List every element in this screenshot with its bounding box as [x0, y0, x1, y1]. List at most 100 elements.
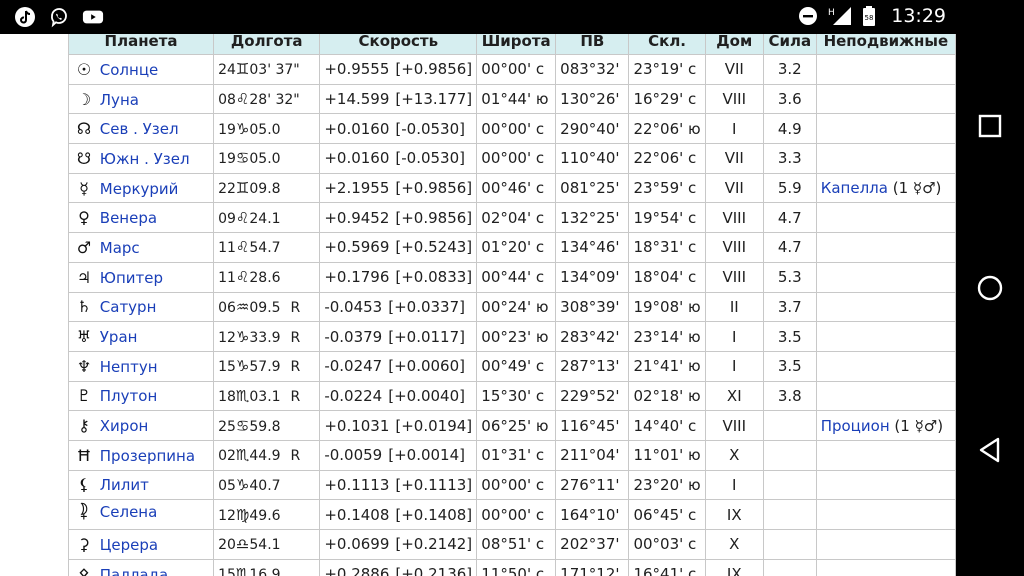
home-button[interactable]: [956, 248, 1024, 328]
right-ascension-cell: 110°40': [555, 143, 630, 174]
zodiac-sign-icon: ♏: [235, 565, 250, 576]
longitude-cell: 15♑57.9 R: [213, 350, 321, 382]
longitude-degrees: 25: [218, 418, 236, 435]
planet-link[interactable]: Венера: [100, 209, 157, 227]
house-cell: VIII: [704, 232, 764, 263]
fixed-star-cell: [815, 54, 956, 85]
speed-cell: -0.0247 [+0.0060]: [319, 350, 478, 382]
planet-link[interactable]: Нептун: [100, 358, 158, 376]
planet-glyph-icon: ♂: [76, 237, 92, 257]
planet-link[interactable]: Паллада: [100, 566, 168, 576]
fixed-star-cell: [815, 380, 956, 412]
signal-icon: H: [827, 5, 853, 27]
zodiac-sign-icon: ♋: [235, 149, 250, 168]
planet-cell: ♆ Нептун: [67, 350, 215, 382]
table-row: ♇ Плутон 18♏03.1 R -0.0224 [+0.0040] 15°30' с…: [67, 380, 956, 412]
longitude-degrees: 12: [218, 329, 236, 346]
svg-text:58: 58: [865, 14, 874, 22]
viber-icon: [48, 6, 70, 28]
right-ascension-cell: 276°11': [555, 469, 630, 501]
recents-button[interactable]: [956, 86, 1024, 166]
planet-link[interactable]: Сев . Узел: [100, 120, 179, 138]
house-cell: I: [704, 321, 764, 352]
planet-link[interactable]: Меркурий: [100, 180, 179, 198]
planet-link[interactable]: Церера: [100, 536, 158, 554]
speed-average: [+0.1113]: [395, 475, 473, 494]
speed-cell: +0.1031 [+0.0194]: [319, 410, 478, 441]
planet-link[interactable]: Уран: [100, 328, 138, 346]
planet-glyph-icon: ⚸: [78, 475, 90, 495]
speed-cell: +0.0160 [-0.0530]: [319, 143, 478, 174]
fixed-star-note: (1 ☿♂): [892, 179, 942, 198]
zodiac-sign-icon: ♊: [235, 179, 250, 198]
planet-link[interactable]: Южн . Узел: [100, 150, 190, 168]
planet-link[interactable]: Плутон: [100, 387, 157, 405]
table-row: ⚳ Церера 20♎54.1 +0.0699 [+0.2142] 08°51' с2…: [67, 529, 956, 560]
power-cell: [762, 499, 817, 530]
speed-cell: +14.599 [+13.177]: [319, 83, 478, 115]
planet-cell: ⚳ Церера: [67, 529, 215, 560]
planet-cell: ⚴ Паллада: [67, 558, 215, 576]
power-cell: 3.3: [762, 143, 817, 174]
longitude-cell: 20♎54.1: [213, 529, 321, 560]
planet-link[interactable]: Прозерпина: [100, 447, 195, 465]
table-row: ♄ Сатурн 06♒09.5 R -0.0453 [+0.0337] 00°24' ю…: [67, 291, 956, 323]
speed-average: [+0.0337]: [388, 297, 465, 316]
zodiac-sign-icon: ♌: [235, 268, 250, 287]
recents-square-icon: [978, 114, 1002, 138]
home-circle-icon: [977, 275, 1003, 301]
planet-link[interactable]: Сатурн: [100, 298, 157, 316]
planet-link[interactable]: Хирон: [100, 417, 149, 435]
planet-glyph-icon: ⚴: [78, 564, 90, 576]
web-content[interactable]: Планета Долгота Скорость Широта ПВ Скл. …: [0, 34, 956, 576]
back-button[interactable]: [956, 410, 1024, 490]
longitude-degrees: 24: [218, 62, 236, 79]
planet-glyph-icon: ☊: [76, 119, 92, 139]
planet-link[interactable]: Юпитер: [100, 269, 163, 287]
speed-cell: -0.0453 [+0.0337]: [319, 291, 478, 323]
right-ascension-cell: 287°13': [555, 350, 630, 382]
longitude-minutes: 57.9: [249, 359, 281, 376]
longitude-minutes: 28.6: [249, 270, 281, 287]
retrograde-flag: R: [290, 299, 301, 316]
speed-cell: -0.0379 [+0.0117]: [319, 321, 478, 352]
planet-link[interactable]: Марс: [100, 239, 140, 257]
header-fixed-stars: Неподвижные: [815, 34, 956, 55]
speed-average: [+0.1408]: [395, 505, 473, 524]
longitude-cell: 11♌28.6: [213, 261, 321, 293]
power-cell: 4.7: [762, 232, 817, 263]
house-cell: VII: [704, 172, 764, 204]
planet-glyph-icon: ☋: [76, 148, 92, 168]
right-ascension-cell: 081°25': [555, 172, 630, 204]
table-row: ☽ Луна 08♌28' 32" +14.599 [+13.177] 01°44' ю…: [67, 83, 956, 115]
longitude-cell: 19♋05.0: [213, 143, 321, 174]
longitude-cell: 05♑40.7: [213, 469, 321, 501]
longitude-degrees: 06: [218, 299, 236, 316]
table-row: ♂ Марс 11♌54.7 +0.5969 [+0.5243] 01°20' с 134…: [67, 232, 956, 263]
house-cell: VII: [704, 54, 764, 85]
speed-value: +0.2886: [324, 565, 390, 576]
power-cell: 3.8: [762, 380, 817, 412]
zodiac-sign-icon: ♌: [235, 208, 250, 227]
right-ascension-cell: 132°25': [555, 202, 630, 234]
planet-link[interactable]: Солнце: [100, 61, 158, 79]
right-ascension-cell: 116°45': [555, 410, 630, 441]
longitude-cell: 12♍49.6: [213, 499, 321, 530]
planet-link[interactable]: Луна: [100, 91, 139, 109]
planet-link[interactable]: Лилит: [100, 476, 149, 494]
power-cell: 5.3: [762, 261, 817, 293]
speed-value: -0.0453: [324, 297, 383, 316]
declination-cell: 21°41' ю: [628, 350, 706, 382]
fixed-star-link[interactable]: Капелла: [821, 179, 888, 197]
planet-cell: Ħ Прозерпина: [67, 439, 215, 471]
longitude-degrees: 08: [218, 92, 236, 109]
declination-cell: 19°54' с: [628, 202, 706, 234]
retrograde-flag: R: [290, 448, 301, 465]
planet-link[interactable]: Селена: [100, 503, 158, 521]
fixed-star-cell: [815, 83, 956, 115]
longitude-minutes: 49.6: [249, 507, 281, 524]
fixed-star-cell: [815, 350, 956, 382]
header-longitude: Долгота: [213, 34, 321, 55]
longitude-degrees: 19: [218, 121, 236, 138]
fixed-star-link[interactable]: Процион: [821, 417, 890, 435]
